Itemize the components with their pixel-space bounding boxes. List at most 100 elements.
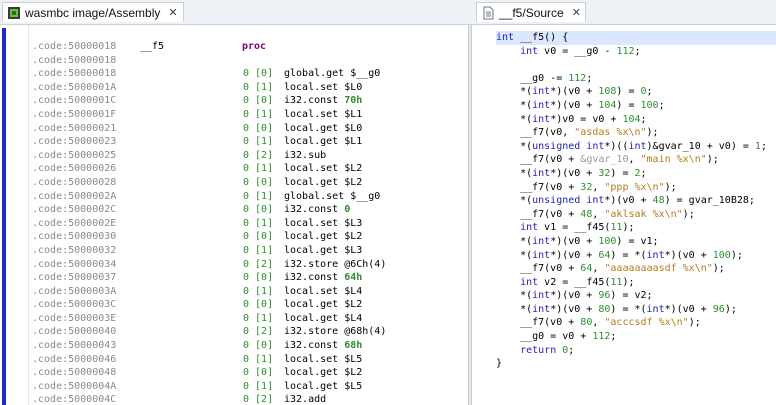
assembly-row[interactable]: .code:50000037 0 [0] i32.const 64h	[32, 271, 460, 285]
tab-assembly[interactable]: wasmbc image/Assembly ✕	[2, 2, 184, 22]
source-token: 100	[640, 99, 659, 111]
address: .code:50000021	[32, 122, 117, 134]
assembly-row[interactable]: .code:50000046 0 [1] local.set $L5	[32, 353, 460, 367]
source-line[interactable]: *(int*)(v0 + 100) = v1;	[496, 235, 776, 249]
assembly-row[interactable]: .code:50000048 0 [0] local.get $L2	[32, 366, 460, 380]
close-icon[interactable]: ✕	[572, 6, 581, 19]
assembly-listing[interactable]: .code:50000018 __f5 proc .code:50000018 .cod…	[32, 40, 460, 405]
source-token: int	[646, 303, 665, 315]
source-line[interactable]: }	[496, 357, 776, 371]
source-token: 100	[598, 235, 617, 247]
source-line[interactable]: __f7(v0 + &gvar_10, "main %x\n");	[496, 153, 776, 167]
source-token: );	[664, 181, 677, 193]
source-line[interactable]: __f7(v0 + 64, "aaaaaaaasdf %x\n");	[496, 262, 776, 276]
tab-source[interactable]: __f5/Source ✕	[476, 2, 586, 22]
source-line[interactable]: int v2 = __f45(11);	[496, 276, 776, 290]
assembly-row[interactable]: .code:50000032 0 [1] local.get $L3	[32, 244, 460, 258]
assembly-row[interactable]: .code:5000002E 0 [1] local.set $L3	[32, 217, 460, 231]
assembly-row[interactable]: .code:50000018 __f5 proc	[32, 40, 460, 54]
address: .code:50000043	[32, 340, 117, 352]
source-token: *)(v0 +	[550, 303, 599, 315]
source-token: ,	[592, 181, 605, 193]
source-line[interactable]: *(int*)(v0 + 80) = *(int*)(v0 + 96);	[496, 303, 776, 317]
assembly-row[interactable]: .code:5000001C 0 [0] i32.const 70h	[32, 94, 460, 108]
source-line[interactable]: int v1 = __f45(11);	[496, 221, 776, 235]
source-token: *)(v0 +	[664, 303, 713, 315]
source-line[interactable]: int __f5() {	[496, 31, 776, 45]
source-line[interactable]: *(unsigned int*)(v0 + 48) = gvar_10B28;	[496, 194, 776, 208]
source-token: *(	[496, 167, 533, 179]
source-token: ;	[760, 140, 767, 152]
source-token: int	[520, 45, 539, 57]
source-line[interactable]: __g0 -= 112;	[496, 72, 776, 86]
source-token: 48	[580, 208, 593, 220]
stack-depth: 0 [0]	[243, 340, 274, 352]
source-token: return	[520, 344, 557, 356]
function-range-bar	[2, 28, 6, 405]
assembly-row[interactable]: .code:50000023 0 [1] local.get $L1	[32, 135, 460, 149]
source-line[interactable]: __f7(v0, "asdas %x\n");	[496, 126, 776, 140]
source-token: 32	[598, 167, 611, 179]
function-name: __f5	[140, 41, 165, 52]
source-token: ;	[634, 45, 641, 57]
assembly-row[interactable]: .code:5000002A 0 [1] global.set $__g0	[32, 190, 460, 204]
source-line[interactable]: __f7(v0 + 48, "aklsak %x\n");	[496, 208, 776, 222]
source-listing[interactable]: int __f5() { int v0 = __g0 - 112; __g0 -…	[496, 31, 776, 371]
source-line[interactable]: __f7(v0 + 80, "acccsdf %x\n");	[496, 316, 776, 330]
tab-assembly-label: wasmbc image/Assembly	[25, 5, 161, 20]
source-token: int	[520, 276, 539, 288]
source-line[interactable]: *(int*)(v0 + 108) = 0;	[496, 85, 776, 99]
assembly-row[interactable]: .code:50000043 0 [0] i32.const 68h	[32, 339, 460, 353]
source-line[interactable]: *(int*)(v0 + 32) = 2;	[496, 167, 776, 181]
source-line[interactable]: *(int*)(v0 + 96) = v2;	[496, 289, 776, 303]
source-token: ) = *(	[610, 303, 647, 315]
close-icon[interactable]: ✕	[168, 6, 177, 19]
address: .code:5000001F	[32, 108, 117, 120]
address: .code:50000023	[32, 136, 117, 148]
assembly-row[interactable]: .code:50000018	[32, 54, 460, 68]
source-line[interactable]: __f7(v0 + 32, "ppp %x\n");	[496, 181, 776, 195]
source-token: 11	[610, 276, 623, 288]
source-token: 64	[598, 249, 611, 261]
assembly-row[interactable]: .code:5000001F 0 [1] local.set $L1	[32, 108, 460, 122]
address: .code:5000003A	[32, 285, 117, 297]
instruction: local.get $L0	[284, 122, 363, 134]
assembly-row[interactable]: .code:50000021 0 [0] local.get $L0	[32, 122, 460, 136]
source-pane[interactable]: int __f5() { int v0 = __g0 - 112; __g0 -…	[472, 25, 776, 405]
source-token: *(	[496, 303, 533, 315]
address: .code:50000018	[32, 41, 117, 52]
assembly-pane[interactable]: .code:50000018 __f5 proc .code:50000018 .cod…	[0, 25, 468, 405]
assembly-row[interactable]: .code:50000026 0 [1] local.set $L2	[32, 162, 460, 176]
source-token: int	[520, 222, 539, 234]
assembly-row[interactable]: .code:5000004C 0 [2] i32.add	[32, 393, 460, 405]
stack-depth: 0 [2]	[243, 258, 274, 270]
assembly-row[interactable]: .code:5000003A 0 [1] local.set $L4	[32, 285, 460, 299]
assembly-row[interactable]: .code:50000018 0 [0] global.get $__g0	[32, 67, 460, 81]
source-line[interactable]	[496, 58, 776, 72]
stack-depth: 0 [1]	[243, 108, 274, 120]
source-token: 104	[622, 113, 641, 125]
assembly-row[interactable]: .code:50000030 0 [0] local.get $L2	[32, 230, 460, 244]
source-token: 112	[568, 72, 587, 84]
address: .code:50000018	[32, 68, 117, 80]
assembly-row[interactable]: .code:5000003C 0 [0] local.get $L2	[32, 298, 460, 312]
assembly-row[interactable]: .code:50000025 0 [2] i32.sub	[32, 149, 460, 163]
address: .code:5000004C	[32, 394, 117, 405]
source-line[interactable]: *(int*)(v0 + 104) = 100;	[496, 99, 776, 113]
source-token: v2 = __f45(	[538, 276, 611, 288]
source-line[interactable]: return 0;	[496, 344, 776, 358]
source-line[interactable]: *(int*)(v0 + 64) = *(int*)(v0 + 100);	[496, 249, 776, 263]
source-line[interactable]: *(int*)v0 = v0 + 104;	[496, 113, 776, 127]
source-line[interactable]: __g0 = v0 + 112;	[496, 330, 776, 344]
assembly-row[interactable]: .code:50000034 0 [2] i32.store @6Ch(4)	[32, 258, 460, 272]
assembly-row[interactable]: .code:50000040 0 [2] i32.store @68h(4)	[32, 325, 460, 339]
assembly-row[interactable]: .code:5000004A 0 [1] local.get $L5	[32, 380, 460, 394]
assembly-row[interactable]: .code:5000002C 0 [0] i32.const 0	[32, 203, 460, 217]
source-line[interactable]: int v0 = __g0 - 112;	[496, 45, 776, 59]
source-line[interactable]: *(unsigned int*)((int)&gvar_10 + v0) = 1…	[496, 140, 776, 154]
assembly-row[interactable]: .code:50000028 0 [0] local.get $L2	[32, 176, 460, 190]
assembly-row[interactable]: .code:5000001A 0 [1] local.set $L0	[32, 81, 460, 95]
source-token: int	[532, 303, 551, 315]
source-token: ) = *(	[610, 249, 647, 261]
assembly-row[interactable]: .code:5000003E 0 [1] local.get $L4	[32, 312, 460, 326]
